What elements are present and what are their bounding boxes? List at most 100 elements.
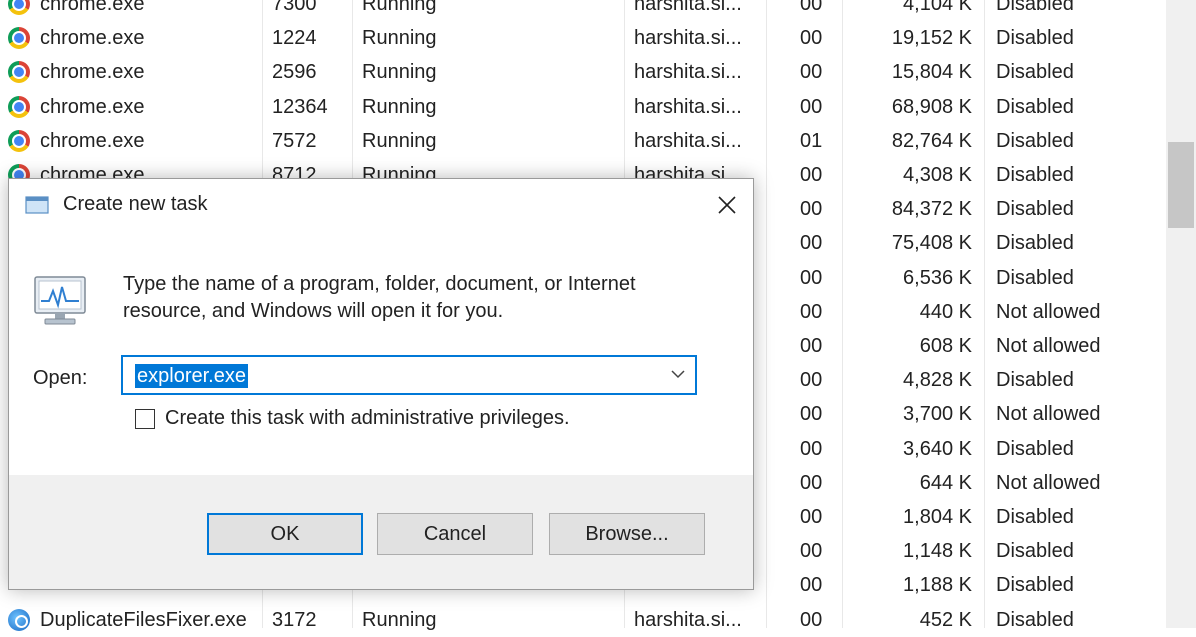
process-name: chrome.exe xyxy=(40,61,145,84)
close-button[interactable] xyxy=(705,185,749,225)
process-uac-virtualization: Disabled xyxy=(996,437,1074,460)
process-pid: 7300 xyxy=(272,0,317,15)
open-combobox[interactable]: explorer.exe xyxy=(121,355,697,395)
process-memory: 4,308 K xyxy=(903,164,972,186)
process-uac-virtualization: Disabled xyxy=(996,129,1074,152)
process-cpu: 00 xyxy=(800,471,823,494)
process-uac-virtualization: Disabled xyxy=(996,574,1074,597)
scrollbar-thumb[interactable] xyxy=(1168,142,1194,228)
close-icon xyxy=(718,196,736,214)
process-pid: 3172 xyxy=(272,608,317,631)
process-cpu: 00 xyxy=(800,506,823,528)
process-cpu: 00 xyxy=(800,574,823,597)
vertical-scrollbar[interactable] xyxy=(1166,0,1196,628)
process-memory: 4,104 K xyxy=(903,0,972,15)
process-uac-virtualization: Not allowed xyxy=(996,471,1101,494)
process-cpu: 00 xyxy=(800,61,823,84)
process-uac-virtualization: Disabled xyxy=(996,266,1074,289)
ok-button[interactable]: OK xyxy=(207,513,363,555)
process-cpu: 00 xyxy=(800,27,823,50)
process-memory: 82,764 K xyxy=(891,129,972,152)
process-name: chrome.exe xyxy=(40,129,145,152)
process-memory: 68,908 K xyxy=(891,95,972,118)
process-cpu: 00 xyxy=(800,540,823,563)
open-label: Open: xyxy=(33,367,88,389)
process-cpu: 00 xyxy=(800,198,823,221)
process-user: harshita.si... xyxy=(634,27,742,50)
process-name: DuplicateFilesFixer.exe xyxy=(40,608,247,631)
browse-button[interactable]: Browse... xyxy=(549,513,705,555)
process-status: Running xyxy=(362,0,437,15)
process-uac-virtualization: Disabled xyxy=(996,198,1074,221)
dialog-title: Create new task xyxy=(63,193,208,215)
table-row[interactable]: chrome.exe 12364 Running harshita.si... 00 68… xyxy=(0,90,1165,124)
process-uac-virtualization: Disabled xyxy=(996,95,1074,118)
admin-privileges-checkbox[interactable] xyxy=(135,409,155,429)
process-memory: 3,640 K xyxy=(903,437,972,460)
dialog-titlebar[interactable]: Create new task xyxy=(9,179,753,231)
process-cpu: 00 xyxy=(800,266,823,289)
process-cpu: 01 xyxy=(800,129,823,152)
table-row[interactable]: chrome.exe 7572 Running harshita.si... 01 82,… xyxy=(0,124,1165,158)
process-uac-virtualization: Disabled xyxy=(996,540,1074,563)
process-name: chrome.exe xyxy=(40,0,145,15)
process-memory: 440 K xyxy=(919,300,972,323)
process-uac-virtualization: Disabled xyxy=(996,608,1074,631)
table-row[interactable]: chrome.exe 1224 Running harshita.si... 00 19,… xyxy=(0,21,1165,55)
process-status: Running xyxy=(362,95,437,118)
process-status: Running xyxy=(362,27,437,50)
process-cpu: 00 xyxy=(800,95,823,118)
table-row[interactable]: chrome.exe 7300 Running harshita.si... 00 4,1… xyxy=(0,0,1165,21)
process-memory: 3,700 K xyxy=(903,403,972,426)
process-memory: 4,828 K xyxy=(903,369,972,392)
process-cpu: 00 xyxy=(800,232,823,255)
process-pid: 12364 xyxy=(272,95,328,118)
process-uac-virtualization: Disabled xyxy=(996,232,1074,255)
process-name: chrome.exe xyxy=(40,95,145,118)
process-pid: 7572 xyxy=(272,129,317,152)
program-monitor-icon xyxy=(34,276,86,325)
chrome-icon xyxy=(8,27,30,50)
process-name: chrome.exe xyxy=(40,27,145,50)
chrome-icon xyxy=(8,129,30,152)
process-cpu: 00 xyxy=(800,335,823,357)
process-status: Running xyxy=(362,129,437,152)
process-uac-virtualization: Disabled xyxy=(996,0,1074,15)
process-uac-virtualization: Disabled xyxy=(996,369,1074,392)
process-uac-virtualization: Disabled xyxy=(996,61,1074,84)
process-cpu: 00 xyxy=(800,0,823,15)
create-new-task-dialog: Create new task Type the name of a progr… xyxy=(8,178,754,590)
process-pid: 2596 xyxy=(272,61,317,84)
table-row[interactable]: DuplicateFilesFixer.exe 3172 Running harshi… xyxy=(0,603,1165,637)
process-uac-virtualization: Disabled xyxy=(996,164,1074,186)
admin-privileges-label[interactable]: Create this task with administrative pri… xyxy=(165,407,570,430)
chrome-icon xyxy=(8,0,30,15)
process-user: harshita.si... xyxy=(634,0,742,15)
cancel-button[interactable]: Cancel xyxy=(377,513,533,555)
process-memory: 1,148 K xyxy=(903,540,972,563)
process-memory: 1,188 K xyxy=(903,574,972,597)
process-user: harshita.si... xyxy=(634,129,742,152)
process-cpu: 00 xyxy=(800,608,823,631)
process-memory: 452 K xyxy=(919,608,972,631)
process-cpu: 00 xyxy=(800,164,823,186)
process-cpu: 00 xyxy=(800,369,823,392)
process-memory: 1,804 K xyxy=(903,506,972,528)
chevron-down-icon[interactable] xyxy=(671,369,685,379)
process-uac-virtualization: Disabled xyxy=(996,506,1074,528)
process-uac-virtualization: Not allowed xyxy=(996,335,1101,357)
process-uac-virtualization: Disabled xyxy=(996,27,1074,50)
process-cpu: 00 xyxy=(800,437,823,460)
description-line-2: resource, and Windows will open it for y… xyxy=(123,300,504,322)
process-status: Running xyxy=(362,608,437,631)
process-cpu: 00 xyxy=(800,300,823,323)
process-memory: 75,408 K xyxy=(891,232,972,255)
open-input-value[interactable]: explorer.exe xyxy=(135,364,248,388)
process-pid: 1224 xyxy=(272,27,317,50)
process-user: harshita.si... xyxy=(634,61,742,84)
process-user: harshita.si... xyxy=(634,95,742,118)
table-row[interactable]: chrome.exe 2596 Running harshita.si... 00 15,… xyxy=(0,55,1165,89)
fixer-icon xyxy=(8,608,30,631)
process-memory: 19,152 K xyxy=(891,27,972,50)
process-user: harshita.si... xyxy=(634,608,742,631)
